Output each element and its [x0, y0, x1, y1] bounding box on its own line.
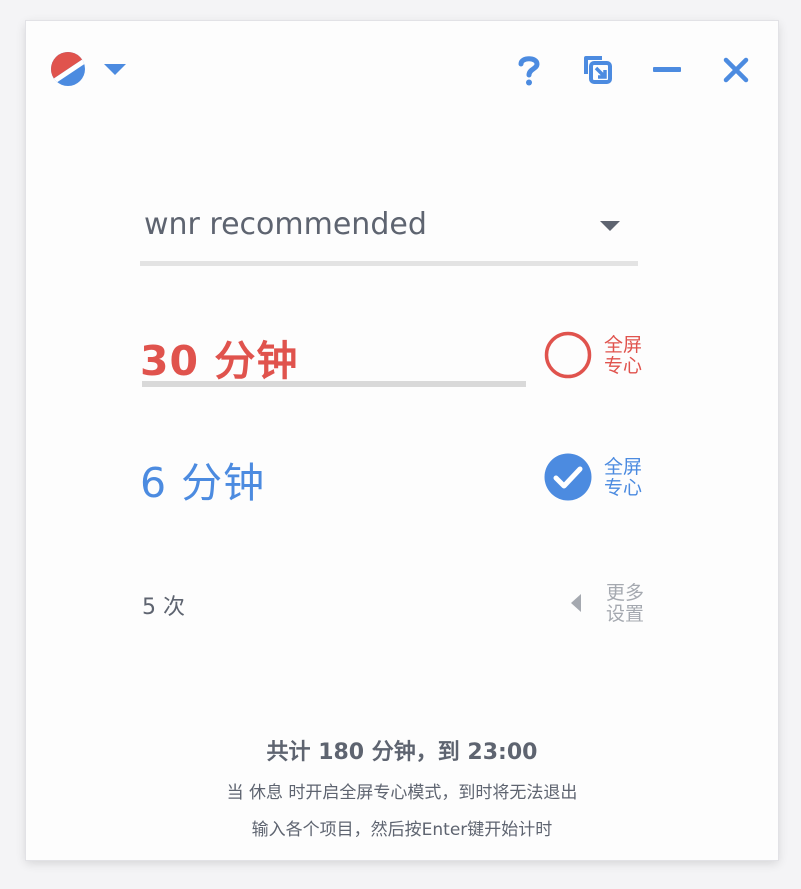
- preset-value: wnr recommended: [144, 207, 427, 242]
- caret-left-icon: [571, 594, 581, 612]
- question-mark-icon: [518, 56, 540, 86]
- loops-value: 5 次: [142, 595, 185, 620]
- caret-down-icon: [600, 221, 620, 231]
- more-settings-button[interactable]: 更多 设置: [566, 581, 656, 631]
- window-resize-icon: [584, 56, 612, 84]
- rest-time-input[interactable]: 6 分钟: [140, 443, 526, 515]
- summary-total: 共计 180 分钟，到 23:00: [266, 740, 538, 765]
- rest-fullscreen-label: 全屏 专心: [604, 456, 643, 499]
- close-icon: [723, 57, 749, 83]
- work-fullscreen-label: 全屏 专心: [604, 334, 643, 377]
- work-time-value: 30 分钟: [140, 337, 299, 385]
- more-settings-label: 更多 设置: [606, 582, 645, 625]
- logo-icon: [51, 52, 85, 86]
- preset-select[interactable]: wnr recommended: [140, 201, 640, 271]
- preset-underline: [140, 261, 638, 266]
- loops-input[interactable]: 5 次: [140, 581, 440, 627]
- work-time-input[interactable]: 30 分钟: [140, 321, 526, 393]
- minimize-icon: [653, 67, 681, 72]
- app-window: wnr recommended 30 分钟 全屏 专心 6 分钟 全屏 专心 5…: [26, 21, 778, 860]
- minimize-button[interactable]: [647, 50, 687, 90]
- rest-time-value: 6 分钟: [140, 459, 266, 507]
- help-button[interactable]: [509, 50, 549, 90]
- summary-hint: 输入各个项目，然后按Enter键开始计时: [251, 820, 553, 840]
- unchecked-circle-icon: [544, 331, 592, 379]
- rest-fullscreen-toggle[interactable]: 全屏 专心: [542, 451, 652, 505]
- caret-down-icon: [104, 64, 126, 75]
- work-fullscreen-toggle[interactable]: 全屏 专心: [542, 329, 652, 383]
- work-time-underline: [142, 381, 526, 387]
- summary-notice: 当 休息 时开启全屏专心模式，到时将无法退出: [226, 783, 578, 803]
- window-mode-button[interactable]: [578, 50, 618, 90]
- logo-menu-button[interactable]: [48, 49, 128, 89]
- close-button[interactable]: [716, 50, 756, 90]
- checked-circle-icon: [544, 453, 592, 501]
